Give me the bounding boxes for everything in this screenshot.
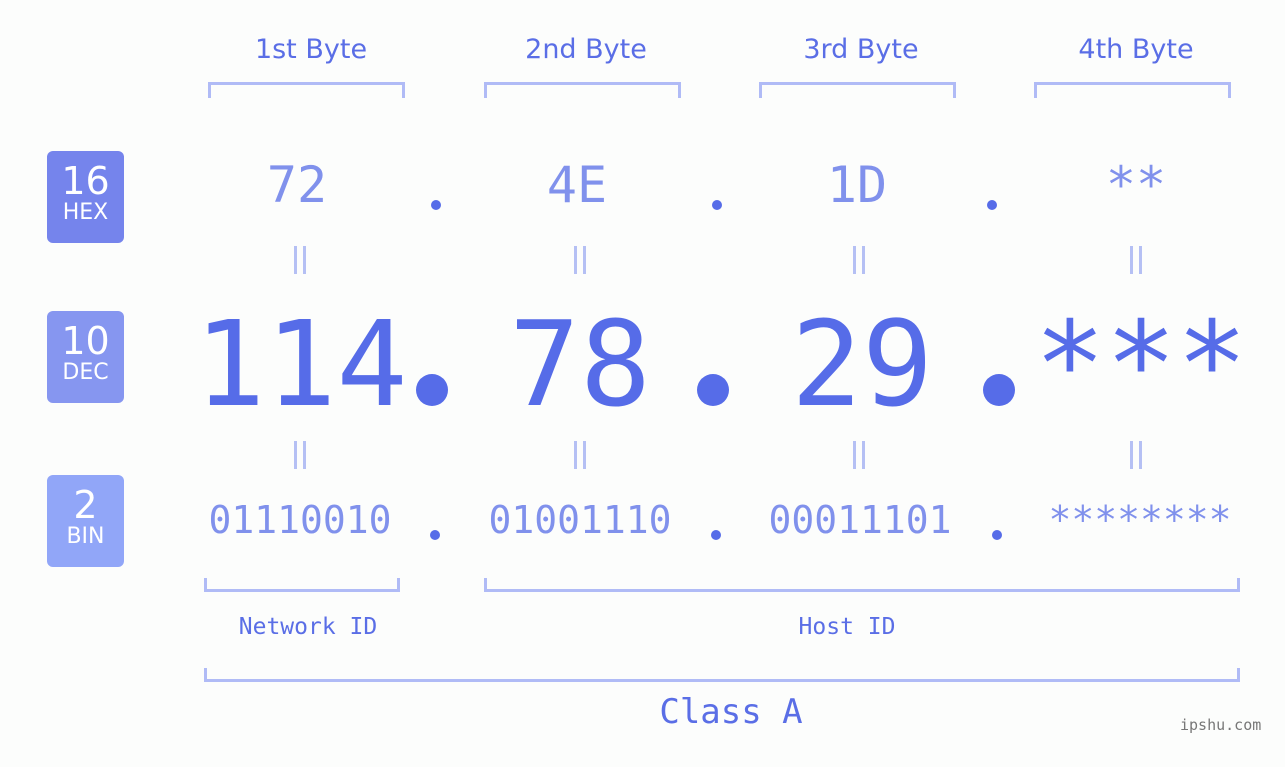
bin-badge-number: 2 bbox=[73, 483, 98, 527]
hex-separator-dot-1 bbox=[431, 200, 441, 210]
dec-separator-dot-3 bbox=[983, 374, 1015, 406]
equals-icon-hex-dec-2 bbox=[560, 240, 600, 288]
dec-separator-dot-1 bbox=[416, 374, 448, 406]
byte-label-4: 4th Byte bbox=[1078, 34, 1194, 65]
bin-separator-dot-2 bbox=[711, 530, 721, 540]
host-id-bracket bbox=[484, 578, 1240, 592]
dec-value-1: 114 bbox=[194, 295, 408, 433]
dec-badge-label: DEC bbox=[62, 360, 109, 385]
bin-separator-dot-1 bbox=[430, 530, 440, 540]
hex-badge-label: HEX bbox=[62, 200, 109, 225]
hex-separator-dot-2 bbox=[712, 200, 722, 210]
byte-bracket-1 bbox=[208, 82, 405, 98]
hex-badge-number: 16 bbox=[61, 159, 110, 203]
hex-badge: 16 HEX bbox=[47, 151, 124, 243]
dec-value-4: *** bbox=[1034, 295, 1248, 433]
hex-separator-dot-3 bbox=[987, 200, 997, 210]
dec-value-2: 78 bbox=[508, 295, 652, 433]
class-label: Class A bbox=[659, 692, 803, 732]
equals-icon-hex-dec-1 bbox=[280, 240, 320, 288]
host-id-label: Host ID bbox=[798, 614, 896, 640]
equals-icon-dec-bin-2 bbox=[560, 435, 600, 483]
watermark: ipshu.com bbox=[1180, 716, 1262, 734]
equals-icon-dec-bin-4 bbox=[1116, 435, 1156, 483]
bin-value-2: 01001110 bbox=[488, 498, 672, 542]
dec-badge: 10 DEC bbox=[47, 311, 124, 403]
bin-separator-dot-3 bbox=[992, 530, 1002, 540]
dec-badge-number: 10 bbox=[61, 319, 110, 363]
equals-icon-hex-dec-4 bbox=[1116, 240, 1156, 288]
dec-value-3: 29 bbox=[790, 295, 934, 433]
hex-value-3: 1D bbox=[826, 156, 888, 214]
class-bracket bbox=[204, 668, 1240, 682]
byte-bracket-2 bbox=[484, 82, 681, 98]
byte-bracket-4 bbox=[1034, 82, 1231, 98]
bin-badge: 2 BIN bbox=[47, 475, 124, 567]
hex-value-2: 4E bbox=[546, 156, 608, 214]
bin-badge-label: BIN bbox=[66, 524, 105, 549]
dec-separator-dot-2 bbox=[697, 374, 729, 406]
hex-value-4: ** bbox=[1105, 156, 1167, 214]
byte-label-1: 1st Byte bbox=[254, 34, 368, 65]
bin-value-3: 00011101 bbox=[768, 498, 952, 542]
byte-bracket-3 bbox=[759, 82, 956, 98]
equals-icon-dec-bin-1 bbox=[280, 435, 320, 483]
bin-value-4: ******** bbox=[1048, 498, 1232, 542]
byte-label-3: 3rd Byte bbox=[803, 34, 919, 65]
equals-icon-dec-bin-3 bbox=[839, 435, 879, 483]
network-id-label: Network ID bbox=[238, 614, 378, 640]
hex-value-1: 72 bbox=[266, 156, 328, 214]
byte-label-2: 2nd Byte bbox=[525, 34, 647, 65]
network-id-bracket bbox=[204, 578, 400, 592]
equals-icon-hex-dec-3 bbox=[839, 240, 879, 288]
bin-value-1: 01110010 bbox=[208, 498, 392, 542]
